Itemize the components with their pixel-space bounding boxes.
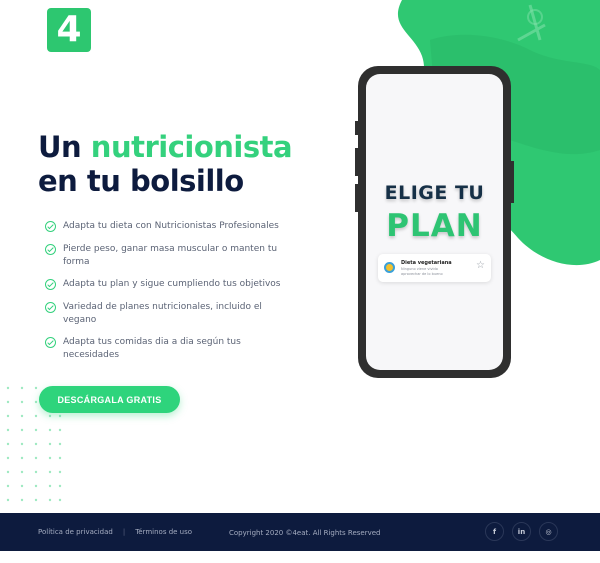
- phone-side-button: [355, 148, 358, 176]
- feature-item: Variedad de planes nutricionales, inclui…: [45, 301, 285, 327]
- feature-item: Adapta tu dieta con Nutricionistas Profe…: [45, 220, 285, 233]
- check-icon: [45, 243, 56, 255]
- phone-power-button: [511, 161, 514, 203]
- phone-title-line1: ELIGE TU: [384, 182, 485, 204]
- footer-links: Política de privacidad | Términos de uso: [38, 528, 192, 536]
- instagram-icon[interactable]: ◎: [539, 522, 558, 541]
- phone-screen: ELIGE TU PLAN Dieta vegetariana Ninguno …: [366, 74, 503, 370]
- phone-side-button: [355, 121, 358, 135]
- feature-text: Adapta tus comidas dia a dia según tus n…: [63, 337, 241, 360]
- terms-link[interactable]: Términos de uso: [135, 528, 192, 536]
- phone-mockup: ELIGE TU PLAN Dieta vegetariana Ninguno …: [355, 66, 514, 378]
- privacy-link[interactable]: Política de privacidad: [38, 528, 113, 536]
- plan-card-subtitle: Ninguno viene vivido aprovechar de lo bu…: [401, 267, 443, 276]
- check-icon: [45, 279, 56, 290]
- headline-plain: Un: [38, 130, 91, 164]
- plan-card-title: Dieta vegetariana: [401, 260, 452, 266]
- facebook-icon[interactable]: f: [485, 522, 504, 541]
- logo[interactable]: 4: [47, 8, 91, 52]
- plan-card[interactable]: Dieta vegetariana Ninguno viene vivido a…: [378, 254, 491, 282]
- headline-accent: nutricionista: [90, 130, 293, 164]
- feature-list: Adapta tu dieta con Nutricionistas Profe…: [45, 220, 285, 372]
- social-links: f in ◎: [485, 522, 558, 541]
- footer: Política de privacidad | Términos de uso…: [0, 513, 600, 551]
- phone-title-line2: PLAN: [386, 208, 483, 244]
- copyright: Copyright 2020 ©4eat. All Rights Reserve…: [229, 529, 381, 537]
- star-icon[interactable]: ☆: [476, 261, 485, 271]
- feature-text: Pierde peso, ganar masa muscular o mante…: [63, 243, 278, 267]
- phone-side-button: [355, 184, 358, 212]
- feature-text: Variedad de planes nutricionales, inclui…: [63, 301, 262, 325]
- feature-item: Adapta tu plan y sigue cumpliendo tus ob…: [45, 278, 285, 291]
- download-free-button[interactable]: DESCÁRGALA GRATIS: [39, 386, 180, 413]
- feature-item: Pierde peso, ganar masa muscular o mante…: [45, 243, 285, 269]
- feature-text: Adapta tu dieta con Nutricionistas Profe…: [63, 221, 279, 231]
- feature-text: Adapta tu plan y sigue cumpliendo tus ob…: [63, 279, 281, 289]
- check-icon: [45, 301, 56, 313]
- check-icon: [45, 337, 56, 348]
- feature-item: Adapta tus comidas dia a dia según tus n…: [45, 336, 285, 362]
- headline-line2: en tu bolsillo: [38, 164, 244, 198]
- logo-text: 4: [56, 9, 82, 50]
- hero-headline: Un nutricionista en tu bolsillo: [38, 130, 293, 198]
- linkedin-icon[interactable]: in: [512, 522, 531, 541]
- plan-avatar-icon: [384, 262, 395, 273]
- footer-separator: |: [122, 528, 126, 536]
- check-icon: [45, 221, 56, 232]
